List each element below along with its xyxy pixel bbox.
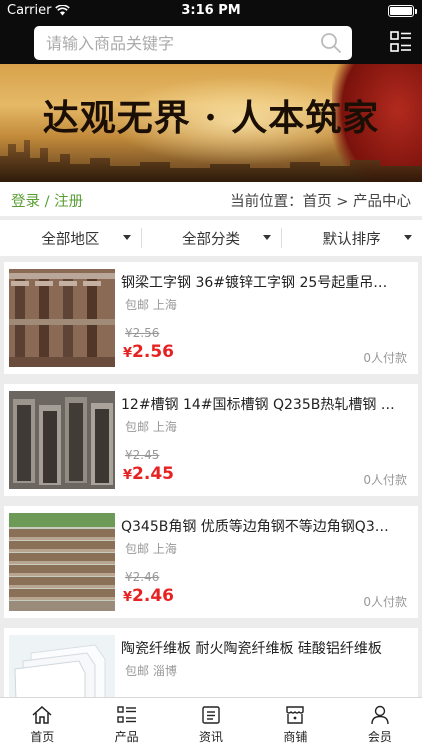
product-paid-count: 0人付款 [363, 473, 407, 487]
grid-list-icon [116, 706, 136, 723]
product-shipping: 包邮 上海 [125, 298, 177, 312]
tab-store[interactable]: 商铺 [253, 698, 337, 750]
product-shipping: 包邮 上海 [125, 542, 177, 556]
product-title[interactable]: 陶瓷纤维板 耐火陶瓷纤维板 硅酸铝纤维板 [121, 638, 411, 658]
search-icon[interactable] [320, 32, 342, 54]
tab-label: 会员 [367, 730, 392, 744]
city-skyline-graphic [0, 140, 422, 182]
product-original-price: ¥2.56 [125, 326, 160, 340]
tab-label: 首页 [30, 730, 55, 744]
tab-label: 产品 [114, 730, 139, 744]
tab-label: 资讯 [199, 730, 224, 744]
bottom-tab-bar: 首页 产品 资讯 商铺 会员 [0, 697, 422, 750]
product-price: ¥2.46 [123, 586, 174, 606]
info-bar: 登录 / 注册 当前位置：首页 > 产品中心 [0, 182, 422, 216]
home-icon [32, 705, 52, 724]
news-icon [202, 706, 220, 724]
tab-products[interactable]: 产品 [84, 698, 168, 750]
product-paid-count: 0人付款 [363, 595, 407, 609]
chevron-down-icon [404, 235, 413, 240]
banner-slogan: 达观无界 · 人本筑家 [42, 97, 380, 139]
filter-bar: 全部地区 全部分类 默认排序 [0, 220, 422, 256]
tab-home[interactable]: 首页 [0, 698, 84, 750]
status-bar: Carrier 3:16 PM [0, 0, 422, 22]
battery-icon [388, 5, 417, 17]
chevron-down-icon [122, 235, 131, 240]
product-shipping: 包邮 淄博 [125, 664, 177, 678]
tab-news[interactable]: 资讯 [169, 698, 253, 750]
product-title[interactable]: Q345B角钢 优质等边角钢不等边角钢Q3… [121, 516, 411, 536]
breadcrumb-arrow: > [331, 194, 353, 210]
product-image-i-beam [9, 269, 115, 367]
chevron-down-icon [263, 235, 272, 240]
auth-links: 登录 / 注册 [11, 190, 83, 211]
promo-banner[interactable]: 达观无界 · 人本筑家 [0, 64, 422, 182]
login-link[interactable]: 登录 [11, 194, 40, 210]
breadcrumb-prefix: 当前位置： [230, 194, 303, 210]
product-original-price: ¥2.45 [125, 448, 160, 462]
product-card[interactable]: 钢梁工字钢 36#镀锌工字钢 25号起重吊… 包邮 上海 ¥2.56 ¥2.56… [4, 262, 418, 374]
breadcrumb-home[interactable]: 首页 [303, 194, 332, 210]
product-location: 上海 [152, 420, 177, 434]
user-icon [371, 705, 389, 725]
auth-separator: / [40, 194, 55, 210]
breadcrumb: 当前位置：首页 > 产品中心 [230, 190, 411, 211]
product-image-angle-steel [9, 513, 115, 611]
product-image-channel-steel [9, 391, 115, 489]
store-icon [286, 706, 305, 724]
product-location: 淄博 [152, 664, 177, 678]
tab-member[interactable]: 会员 [338, 698, 422, 750]
tab-label: 商铺 [283, 730, 308, 744]
product-paid-count: 0人付款 [363, 351, 407, 365]
filter-region-dropdown[interactable]: 全部地区 [0, 220, 141, 256]
status-time: 3:16 PM [181, 3, 241, 18]
product-price: ¥2.45 [123, 464, 174, 484]
product-card[interactable]: Q345B角钢 优质等边角钢不等边角钢Q3… 包邮 上海 ¥2.46 ¥2.46… [4, 506, 418, 618]
search-input[interactable] [46, 33, 316, 53]
breadcrumb-current: 产品中心 [353, 194, 411, 210]
product-original-price: ¥2.46 [125, 570, 160, 584]
register-link[interactable]: 注册 [54, 194, 83, 210]
product-card[interactable]: 12#槽钢 14#国标槽钢 Q235B热轧槽钢 … 包邮 上海 ¥2.45 ¥2… [4, 384, 418, 496]
product-price: ¥2.56 [123, 342, 174, 362]
top-bar: Carrier 3:16 PM [0, 0, 422, 64]
product-location: 上海 [152, 542, 177, 556]
filter-category-dropdown[interactable]: 全部分类 [140, 220, 282, 256]
product-title[interactable]: 12#槽钢 14#国标槽钢 Q235B热轧槽钢 … [121, 394, 411, 414]
product-title[interactable]: 钢梁工字钢 36#镀锌工字钢 25号起重吊… [121, 272, 411, 292]
product-shipping: 包邮 上海 [125, 420, 177, 434]
search-bar[interactable] [34, 26, 352, 60]
filter-sort-dropdown[interactable]: 默认排序 [281, 220, 422, 256]
product-location: 上海 [152, 298, 177, 312]
category-menu-icon[interactable] [390, 31, 412, 53]
